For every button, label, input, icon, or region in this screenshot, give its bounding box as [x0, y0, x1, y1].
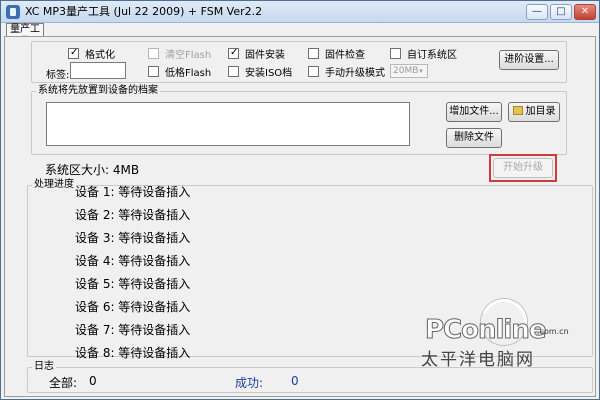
- total-value: 0: [89, 374, 97, 388]
- size-select[interactable]: 20MB ▾: [390, 64, 428, 78]
- device-status-6: 设备 6: 等待设备插入: [75, 300, 191, 314]
- low-format-label: 低格Flash: [165, 67, 212, 79]
- add-directory-label: 加目录: [525, 106, 556, 117]
- device-status-2: 设备 2: 等待设备插入: [75, 208, 191, 222]
- success-label: 成功:: [235, 376, 264, 390]
- device-status-8: 设备 8: 等待设备插入: [75, 346, 191, 360]
- checkbox-box[interactable]: [148, 65, 159, 77]
- firmware-install-label: 固件安装: [245, 49, 285, 61]
- maximize-button[interactable]: □: [550, 4, 572, 20]
- firmware-install-checkbox[interactable]: 固件安装: [228, 46, 285, 61]
- firmware-check-checkbox[interactable]: 固件检查: [308, 46, 365, 61]
- format-label: 格式化: [85, 49, 115, 61]
- highlight-box: [489, 154, 557, 182]
- checkbox-box[interactable]: [228, 65, 239, 77]
- minimize-button[interactable]: —: [526, 4, 548, 20]
- files-group-title: 系统将先放置到设备的档案: [36, 85, 160, 97]
- device-status-4: 设备 4: 等待设备插入: [75, 254, 191, 268]
- device-status-5: 设备 5: 等待设备插入: [75, 277, 191, 291]
- checkbox-box[interactable]: [308, 65, 319, 77]
- manual-upgrade-checkbox[interactable]: 手动升级模式: [308, 64, 385, 79]
- log-group-title: 日志: [32, 361, 56, 373]
- device-status-1: 设备 1: 等待设备插入: [75, 185, 191, 199]
- size-select-value: 20MB: [393, 66, 419, 76]
- app-icon: [6, 5, 20, 19]
- watermark-domain: .com.cn: [537, 327, 569, 336]
- files-group: 系统将先放置到设备的档案 增加文件... 加目录 删除文件: [31, 85, 567, 155]
- delete-file-button[interactable]: 删除文件: [446, 128, 502, 148]
- checkbox-box[interactable]: [308, 47, 319, 59]
- watermark-brand: PConline: [424, 315, 546, 346]
- label-input[interactable]: [70, 62, 126, 79]
- app-window: XC MP3量产工具 (Jul 22 2009) + FSM Ver2.2 — …: [0, 0, 600, 400]
- system-area-size: 系统区大小: 4MB: [45, 163, 140, 177]
- checkbox-box[interactable]: [68, 46, 79, 60]
- options-group: 格式化 清空Flash 固件安装 固件检查 自订系统区 标签:: [31, 41, 567, 83]
- add-file-button[interactable]: 增加文件...: [446, 102, 502, 122]
- folder-icon: [512, 106, 523, 115]
- custom-system-area-label: 自订系统区: [407, 49, 457, 61]
- clear-flash-label: 清空Flash: [165, 49, 212, 61]
- pconline-watermark: PConline .com.cn 太平洋电脑网: [419, 292, 597, 370]
- advanced-settings-button[interactable]: 进阶设置...: [499, 50, 559, 70]
- device-status-7: 设备 7: 等待设备插入: [75, 323, 191, 337]
- install-iso-checkbox[interactable]: 安装ISO档: [228, 64, 293, 79]
- format-checkbox[interactable]: 格式化: [68, 46, 115, 61]
- device-status-3: 设备 3: 等待设备插入: [75, 231, 191, 245]
- custom-system-area-checkbox[interactable]: 自订系统区: [390, 46, 457, 61]
- add-directory-button[interactable]: 加目录: [508, 102, 560, 122]
- total-label: 全部:: [49, 376, 78, 390]
- chevron-down-icon: ▾: [419, 67, 423, 75]
- install-iso-label: 安装ISO档: [245, 67, 293, 79]
- success-value: 0: [291, 374, 299, 388]
- manual-upgrade-label: 手动升级模式: [325, 67, 385, 79]
- watermark-cn: 太平洋电脑网: [421, 350, 535, 370]
- tab-mass-production[interactable]: 量产工具: [6, 23, 44, 47]
- low-format-checkbox[interactable]: 低格Flash: [148, 64, 212, 79]
- close-button[interactable]: ✕: [574, 4, 596, 20]
- firmware-check-label: 固件检查: [325, 49, 365, 61]
- checkbox-box[interactable]: [228, 46, 239, 60]
- clear-flash-checkbox: 清空Flash: [148, 46, 212, 61]
- log-group: 日志: [27, 361, 593, 393]
- checkbox-box: [148, 47, 159, 59]
- progress-group-title: 处理进度: [32, 179, 76, 191]
- title-bar[interactable]: XC MP3量产工具 (Jul 22 2009) + FSM Ver2.2 — …: [1, 1, 599, 23]
- checkbox-box[interactable]: [390, 47, 401, 59]
- files-list[interactable]: [46, 102, 410, 146]
- label-field-label: 标签:: [46, 70, 70, 81]
- window-title: XC MP3量产工具 (Jul 22 2009) + FSM Ver2.2: [25, 5, 263, 18]
